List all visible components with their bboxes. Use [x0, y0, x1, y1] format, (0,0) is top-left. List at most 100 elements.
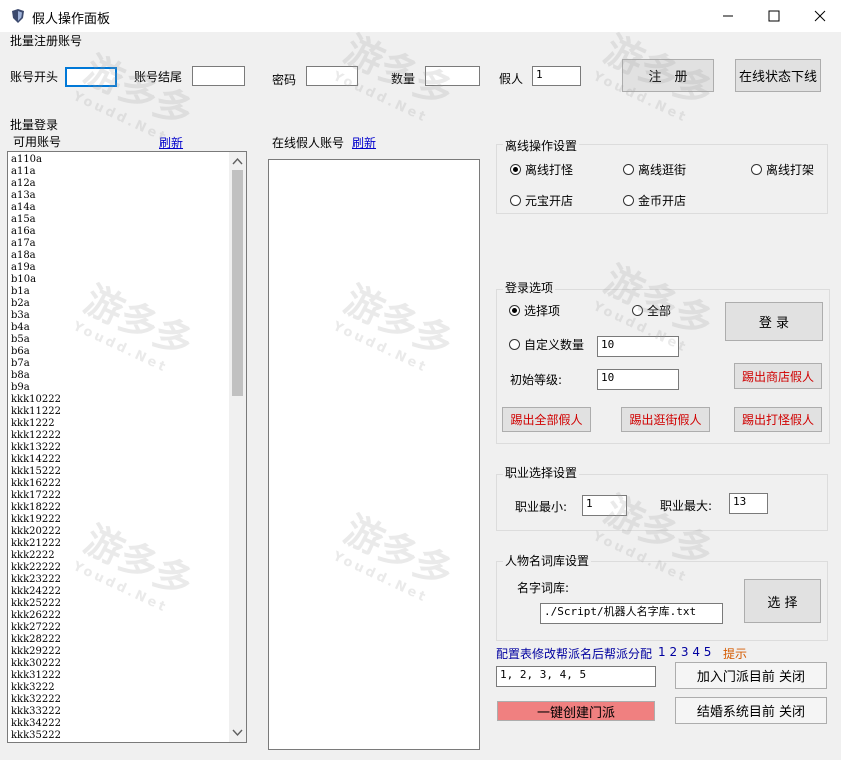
list-item[interactable]: kkk35222	[11, 730, 246, 742]
maximize-button[interactable]	[751, 0, 797, 32]
count-input[interactable]	[425, 66, 480, 86]
fake-input[interactable]: 1	[532, 66, 581, 86]
list-item[interactable]: a110a	[11, 154, 246, 166]
kick-all-button[interactable]: 踢出全部假人	[502, 407, 591, 432]
radio-dot	[510, 195, 521, 206]
kick-street-button[interactable]: 踢出逛街假人	[621, 407, 710, 432]
list-item[interactable]: kkk32222	[11, 694, 246, 706]
initial-level-input[interactable]: 10	[597, 369, 679, 390]
name-lib-select-button[interactable]: 选 择	[744, 579, 821, 623]
list-item[interactable]: a15a	[11, 214, 246, 226]
faction-input[interactable]: 1, 2, 3, 4, 5	[496, 666, 656, 687]
list-item[interactable]: a12a	[11, 178, 246, 190]
kick-shop-button[interactable]: 踢出商店假人	[734, 363, 822, 389]
list-item[interactable]: kkk27222	[11, 622, 246, 634]
minimize-button[interactable]	[705, 0, 751, 32]
list-item[interactable]: a14a	[11, 202, 246, 214]
list-item[interactable]: kkk20222	[11, 526, 246, 538]
radio-select-item[interactable]: 选择项	[509, 302, 560, 319]
chevron-down-icon[interactable]	[232, 729, 243, 737]
close-button[interactable]	[797, 0, 841, 32]
list-item[interactable]: a16a	[11, 226, 246, 238]
list-item[interactable]: kkk2222	[11, 550, 246, 562]
list-item[interactable]: a18a	[11, 250, 246, 262]
list-item[interactable]: kkk1222	[11, 418, 246, 430]
radio-all[interactable]: 全部	[632, 302, 671, 319]
create-faction-button[interactable]: 一键创建门派	[497, 701, 655, 721]
list-item[interactable]: kkk15222	[11, 466, 246, 478]
list-item[interactable]: b8a	[11, 370, 246, 382]
password-input[interactable]	[306, 66, 358, 86]
prefix-input[interactable]	[65, 67, 117, 87]
list-item[interactable]: kkk31222	[11, 670, 246, 682]
radio-label: 全部	[647, 304, 672, 318]
kick-monster-button[interactable]: 踢出打怪假人	[734, 407, 822, 432]
radio-label: 自定义数量	[524, 338, 585, 352]
offline-button[interactable]: 在线状态下线	[735, 59, 821, 92]
list-item[interactable]: kkk17222	[11, 490, 246, 502]
online-accounts-label: 在线假人账号	[272, 136, 345, 150]
radio-dot	[509, 339, 520, 350]
list-item[interactable]: kkk30222	[11, 658, 246, 670]
accounts-scrollbar[interactable]	[229, 152, 246, 742]
list-item[interactable]: kkk21222	[11, 538, 246, 550]
refresh-online-link[interactable]: 刷新	[352, 134, 376, 151]
faction-hint[interactable]: 提示	[723, 645, 747, 662]
name-lib-path-input[interactable]: ./Script/机器人名字库.txt	[540, 603, 723, 624]
list-item[interactable]: b1a	[11, 286, 246, 298]
suffix-input[interactable]	[192, 66, 245, 86]
list-item[interactable]: kkk3222	[11, 682, 246, 694]
join-faction-button[interactable]: 加入门派目前 关闭	[675, 662, 827, 689]
list-item[interactable]: kkk23222	[11, 574, 246, 586]
list-item[interactable]: kkk25222	[11, 598, 246, 610]
list-item[interactable]: b6a	[11, 346, 246, 358]
list-item[interactable]: b3a	[11, 310, 246, 322]
list-item[interactable]: kkk14222	[11, 454, 246, 466]
login-button[interactable]: 登 录	[725, 302, 823, 341]
maximize-icon	[768, 10, 780, 22]
list-item[interactable]: kkk11222	[11, 406, 246, 418]
minimize-icon	[723, 15, 733, 17]
list-item[interactable]: kkk16222	[11, 478, 246, 490]
list-item[interactable]: b7a	[11, 358, 246, 370]
list-item[interactable]: kkk13222	[11, 442, 246, 454]
list-item[interactable]: kkk24222	[11, 586, 246, 598]
list-item[interactable]: b4a	[11, 322, 246, 334]
radio-gold-shop[interactable]: 金币开店	[623, 192, 686, 209]
radio-yuanbao-shop[interactable]: 元宝开店	[510, 192, 573, 209]
radio-offline-monster[interactable]: 离线打怪	[510, 161, 573, 178]
list-item[interactable]: kkk18222	[11, 502, 246, 514]
radio-custom-count[interactable]: 自定义数量	[509, 336, 584, 353]
list-item[interactable]: kkk26222	[11, 610, 246, 622]
scroll-thumb[interactable]	[232, 170, 243, 396]
list-item[interactable]: a19a	[11, 262, 246, 274]
list-item[interactable]: kkk19222	[11, 514, 246, 526]
chevron-up-icon[interactable]	[232, 157, 243, 165]
list-item[interactable]: kkk29222	[11, 646, 246, 658]
list-item[interactable]: b9a	[11, 382, 246, 394]
list-item[interactable]: kkk34222	[11, 718, 246, 730]
list-item[interactable]: a13a	[11, 190, 246, 202]
available-accounts-list[interactable]: a110a a11a a12a a13a a14a a15a a16a a17a a18a a19…	[7, 151, 247, 743]
radio-offline-fight[interactable]: 离线打架	[751, 161, 814, 178]
list-item[interactable]: a17a	[11, 238, 246, 250]
list-item[interactable]: kkk12222	[11, 430, 246, 442]
list-item[interactable]: b5a	[11, 334, 246, 346]
register-button[interactable]: 注 册	[622, 59, 714, 92]
list-item[interactable]: kkk10222	[11, 394, 246, 406]
job-min-input[interactable]: 1	[582, 495, 627, 516]
refresh-available-link[interactable]: 刷新	[159, 134, 183, 151]
available-accounts-label: 可用账号	[13, 135, 62, 149]
list-item[interactable]: kkk33222	[11, 706, 246, 718]
list-item[interactable]: kkk22222	[11, 562, 246, 574]
radio-dot	[623, 195, 634, 206]
list-item[interactable]: kkk28222	[11, 634, 246, 646]
online-accounts-list[interactable]	[268, 159, 480, 750]
job-max-input[interactable]: 13	[729, 493, 768, 514]
radio-offline-street[interactable]: 离线逛街	[623, 161, 686, 178]
list-item[interactable]: b10a	[11, 274, 246, 286]
list-item[interactable]: a11a	[11, 166, 246, 178]
marriage-button[interactable]: 结婚系统目前 关闭	[675, 697, 827, 724]
custom-count-input[interactable]: 10	[597, 336, 679, 357]
list-item[interactable]: b2a	[11, 298, 246, 310]
